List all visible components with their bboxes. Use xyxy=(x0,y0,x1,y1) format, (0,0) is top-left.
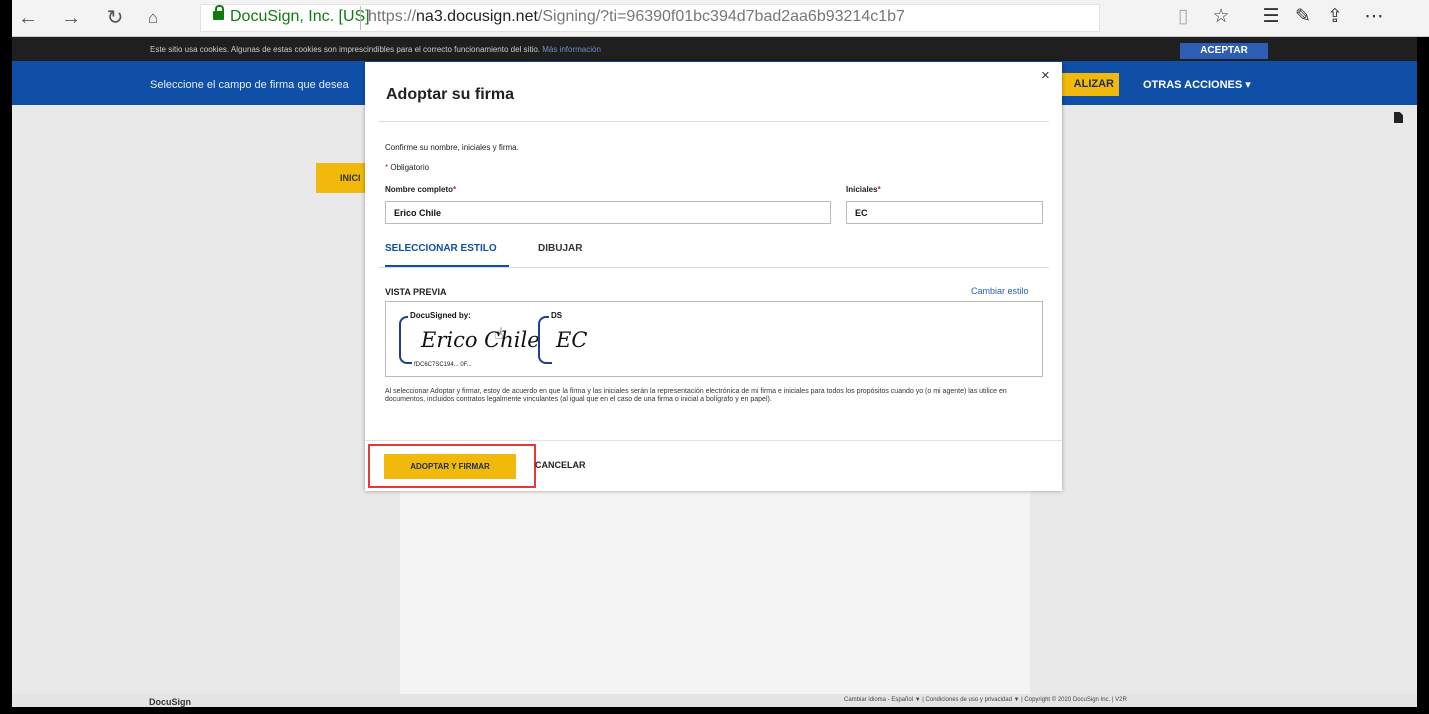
initials-script: EC xyxy=(556,328,588,352)
share-icon[interactable]: ⇪ xyxy=(1322,5,1348,28)
refresh-icon[interactable]: ↻ xyxy=(101,4,129,32)
url-separator xyxy=(360,6,361,30)
required-note: * Obligatorio xyxy=(385,163,430,172)
full-name-input[interactable]: Erico Chile xyxy=(385,201,831,224)
reading-view-icon[interactable]: ▯ xyxy=(1170,5,1196,28)
cookie-banner: Este sitio usa cookies. Algunas de estas… xyxy=(12,37,1417,61)
lock-icon xyxy=(213,5,224,20)
tab-select-style[interactable]: SELECCIONAR ESTILO xyxy=(385,243,497,254)
document-icon[interactable] xyxy=(1394,112,1403,123)
signature-bracket xyxy=(399,316,417,364)
signature-script: Erico Chile xyxy=(421,328,540,352)
dialog-title: Adoptar su firma xyxy=(386,86,515,103)
other-actions-menu[interactable]: OTRAS ACCIONES ▾ xyxy=(1143,78,1251,91)
legal-disclaimer: Al seleccionar Adoptar y firmar, estoy d… xyxy=(385,388,1007,403)
full-name-label: Nombre completo* xyxy=(385,185,457,194)
tab-draw[interactable]: DIBUJAR xyxy=(538,243,582,254)
browser-toolbar: ← → ↻ ⌂ DocuSign, Inc. [US] https://na3.… xyxy=(12,0,1429,37)
favorites-hub-icon[interactable]: ☰ xyxy=(1258,5,1284,28)
favorite-star-icon[interactable]: ☆ xyxy=(1208,5,1234,28)
mouse-cursor-icon: ☝ xyxy=(494,326,504,343)
pen-icon[interactable]: ✎ xyxy=(1290,5,1316,28)
cancel-button[interactable]: CANCELAR xyxy=(535,460,586,470)
adopt-and-sign-button[interactable]: ADOPTAR Y FIRMAR xyxy=(384,454,516,479)
divider xyxy=(378,121,1049,122)
page-footer: DocuSign Cambiar idioma - Español ▼ | Co… xyxy=(12,694,1417,707)
forward-arrow-icon[interactable]: → xyxy=(57,4,85,32)
document-page xyxy=(400,477,1030,707)
accept-cookies-button[interactable]: ACEPTAR xyxy=(1180,43,1268,59)
url-text[interactable]: https://na3.docusign.net/Signing/?ti=963… xyxy=(368,8,905,26)
footer-brand: DocuSign xyxy=(149,697,191,707)
site-identity[interactable]: DocuSign, Inc. [US] xyxy=(230,8,370,26)
signature-id: fDC6C7SC194... 0F... xyxy=(412,362,474,368)
signature-preview: DocuSigned by: Erico Chile fDC6C7SC194..… xyxy=(385,301,1043,377)
initials-bracket xyxy=(538,316,552,364)
initials-header: DS xyxy=(549,311,565,320)
divider xyxy=(365,440,1062,441)
back-arrow-icon[interactable]: ← xyxy=(14,4,42,32)
close-icon[interactable]: × xyxy=(1041,67,1050,84)
signing-instruction: Seleccione el campo de firma que desea xyxy=(150,79,349,91)
initials-input[interactable]: EC xyxy=(846,201,1043,224)
more-info-link[interactable]: Más información xyxy=(542,45,601,54)
home-icon[interactable]: ⌂ xyxy=(139,4,167,32)
more-icon[interactable]: ⋯ xyxy=(1361,5,1387,28)
confirm-instruction: Confirme su nombre, iniciales y firma. xyxy=(385,143,519,152)
divider xyxy=(378,267,1049,268)
footer-links[interactable]: Cambiar idioma - Español ▼ | Condiciones… xyxy=(844,697,1127,703)
adopt-signature-dialog: Adoptar su firma × Confirme su nombre, i… xyxy=(365,62,1062,491)
change-style-link[interactable]: Cambiar estilo xyxy=(971,286,1029,296)
initials-label: Iniciales* xyxy=(846,185,881,194)
cookie-text: Este sitio usa cookies. Algunas de estas… xyxy=(150,45,540,54)
preview-label: VISTA PREVIA xyxy=(385,287,447,297)
signature-header: DocuSigned by: xyxy=(408,311,473,320)
